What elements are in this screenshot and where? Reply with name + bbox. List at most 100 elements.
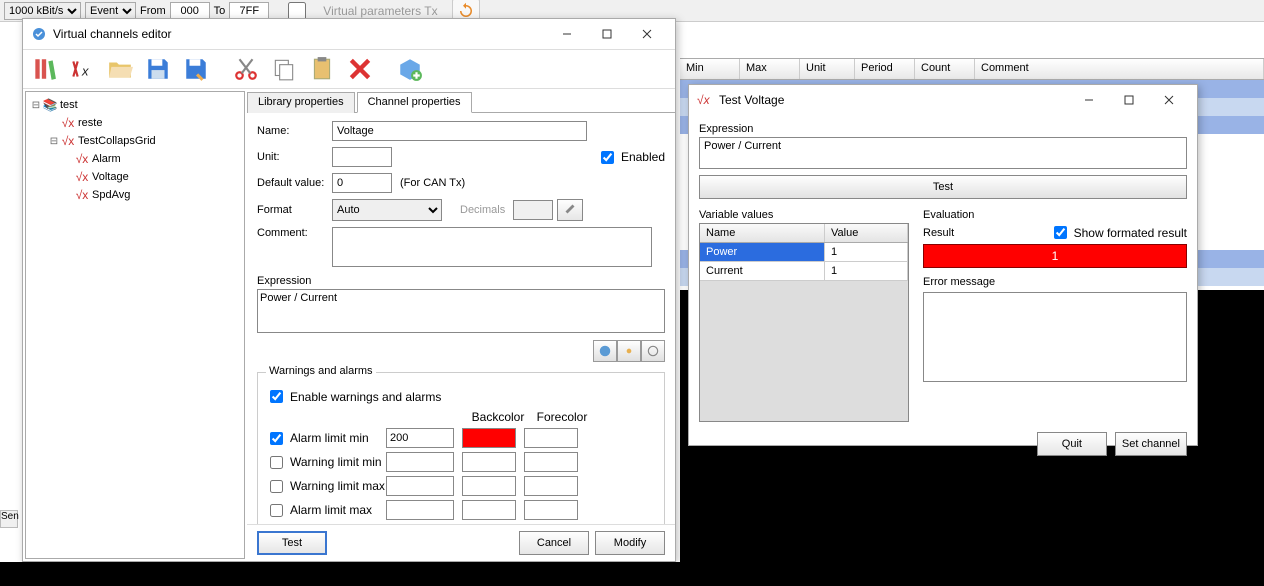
- enable-warnings-checkbox[interactable]: Enable warnings and alarms: [266, 387, 441, 406]
- to-input[interactable]: [229, 2, 269, 20]
- test-voltage-dialog: √x Test Voltage Expression Power / Curre…: [688, 84, 1198, 446]
- default-input[interactable]: [332, 173, 392, 193]
- warn-min-checkbox[interactable]: Warning limit min: [266, 453, 386, 472]
- formula-node-icon: √x: [60, 134, 76, 148]
- cancel-button[interactable]: Cancel: [519, 531, 589, 555]
- expression-label: Expression: [257, 275, 665, 287]
- paste-icon[interactable]: [305, 52, 339, 86]
- name-label: Name:: [257, 125, 332, 137]
- channel-tree[interactable]: ⊟📚test √xreste ⊟√xTestCollapsGrid √xAlar…: [25, 91, 245, 559]
- testdlg-title: Test Voltage: [719, 93, 1069, 107]
- expr-globe-icon[interactable]: [593, 340, 617, 362]
- alarm-min-forecolor[interactable]: [524, 428, 578, 448]
- warn-max-forecolor[interactable]: [524, 476, 578, 496]
- decimals-label: Decimals: [460, 204, 505, 216]
- editor-toolbar: x: [23, 49, 675, 89]
- formula-node-icon: √x: [74, 152, 90, 166]
- warn-max-backcolor[interactable]: [462, 476, 516, 496]
- run-test-button[interactable]: Test: [699, 175, 1187, 199]
- virtual-channels-editor-window: Virtual channels editor x ⊟📚test √xreste…: [22, 18, 676, 562]
- formula-node-icon: √x: [60, 116, 76, 130]
- warn-min-input[interactable]: [386, 452, 454, 472]
- minimize-icon[interactable]: [547, 20, 587, 48]
- alarm-max-backcolor[interactable]: [462, 500, 516, 520]
- close-icon[interactable]: [627, 20, 667, 48]
- formula-icon[interactable]: x: [65, 52, 99, 86]
- modify-button[interactable]: Modify: [595, 531, 665, 555]
- to-label: To: [214, 5, 226, 17]
- name-input[interactable]: [332, 121, 587, 141]
- cut-icon[interactable]: [229, 52, 263, 86]
- warn-min-backcolor[interactable]: [462, 452, 516, 472]
- expr-gear-icon[interactable]: [617, 340, 641, 362]
- expression-input[interactable]: Power / Current: [257, 289, 665, 333]
- default-label: Default value:: [257, 177, 332, 189]
- from-input[interactable]: [170, 2, 210, 20]
- result-label: Result: [923, 227, 954, 239]
- format-edit-button[interactable]: [557, 199, 583, 221]
- property-tabs: Library properties Channel properties: [247, 91, 675, 113]
- alarm-min-checkbox[interactable]: Alarm limit min: [266, 429, 386, 448]
- side-send-btn[interactable]: Sen: [0, 510, 18, 528]
- mode-select[interactable]: Event: [85, 2, 136, 20]
- library-icon[interactable]: [27, 52, 61, 86]
- expr-link-icon[interactable]: [641, 340, 665, 362]
- tab-library-properties[interactable]: Library properties: [247, 92, 355, 113]
- variable-values-label: Variable values: [699, 209, 909, 221]
- result-value: 1: [923, 244, 1187, 268]
- save-icon[interactable]: [141, 52, 175, 86]
- format-select[interactable]: Auto: [332, 199, 442, 221]
- default-hint: (For CAN Tx): [400, 177, 465, 189]
- warn-min-forecolor[interactable]: [524, 452, 578, 472]
- formula-node-icon: √x: [74, 188, 90, 202]
- enabled-checkbox[interactable]: Enabled: [597, 148, 665, 167]
- maximize-icon[interactable]: [587, 20, 627, 48]
- set-channel-button[interactable]: Set channel: [1115, 432, 1187, 456]
- delete-icon[interactable]: [343, 52, 377, 86]
- open-icon[interactable]: [103, 52, 137, 86]
- quit-button[interactable]: Quit: [1037, 432, 1107, 456]
- editor-titlebar[interactable]: Virtual channels editor: [23, 19, 675, 49]
- variable-table[interactable]: NameValue Power1 Current1: [699, 223, 909, 422]
- alarm-min-input[interactable]: [386, 428, 454, 448]
- svg-text:x: x: [81, 64, 89, 79]
- error-label: Error message: [923, 276, 1187, 288]
- formula-icon: √x: [697, 92, 713, 108]
- formula-node-icon: √x: [74, 170, 90, 184]
- format-label: Format: [257, 204, 332, 216]
- comment-label: Comment:: [257, 227, 332, 239]
- alarm-max-input[interactable]: [386, 500, 454, 520]
- copy-icon[interactable]: [267, 52, 301, 86]
- unit-label: Unit:: [257, 151, 332, 163]
- test-expression-input[interactable]: Power / Current: [699, 137, 1187, 169]
- minimize-icon[interactable]: [1069, 86, 1109, 114]
- decimals-input: [513, 200, 553, 220]
- table-row[interactable]: Power1: [700, 243, 908, 262]
- grid-header: Min Max Unit Period Count Comment: [680, 58, 1264, 80]
- baud-select[interactable]: 1000 kBit/s: [4, 2, 81, 20]
- editor-title: Virtual channels editor: [53, 27, 547, 41]
- evaluation-label: Evaluation: [923, 209, 1187, 221]
- comment-input[interactable]: [332, 227, 652, 267]
- alarm-max-forecolor[interactable]: [524, 500, 578, 520]
- from-label: From: [140, 5, 166, 17]
- table-row[interactable]: Current1: [700, 262, 908, 281]
- test-expression-label: Expression: [699, 123, 1187, 135]
- close-icon[interactable]: [1149, 86, 1189, 114]
- maximize-icon[interactable]: [1109, 86, 1149, 114]
- warn-max-checkbox[interactable]: Warning limit max: [266, 477, 386, 496]
- alarm-min-backcolor[interactable]: [462, 428, 516, 448]
- testdlg-titlebar[interactable]: √x Test Voltage: [689, 85, 1197, 115]
- unit-input[interactable]: [332, 147, 392, 167]
- tab-channel-properties[interactable]: Channel properties: [357, 92, 472, 113]
- test-button[interactable]: Test: [257, 531, 327, 555]
- error-message-box: [923, 292, 1187, 382]
- add-package-icon[interactable]: [393, 52, 427, 86]
- warn-max-input[interactable]: [386, 476, 454, 496]
- show-formatted-checkbox[interactable]: Show formated result: [1050, 223, 1187, 242]
- warnings-group-label: Warnings and alarms: [266, 365, 376, 377]
- alarm-max-checkbox[interactable]: Alarm limit max: [266, 501, 386, 520]
- save-as-icon[interactable]: [179, 52, 213, 86]
- library-node-icon: 📚: [42, 98, 58, 112]
- app-icon: [31, 26, 47, 42]
